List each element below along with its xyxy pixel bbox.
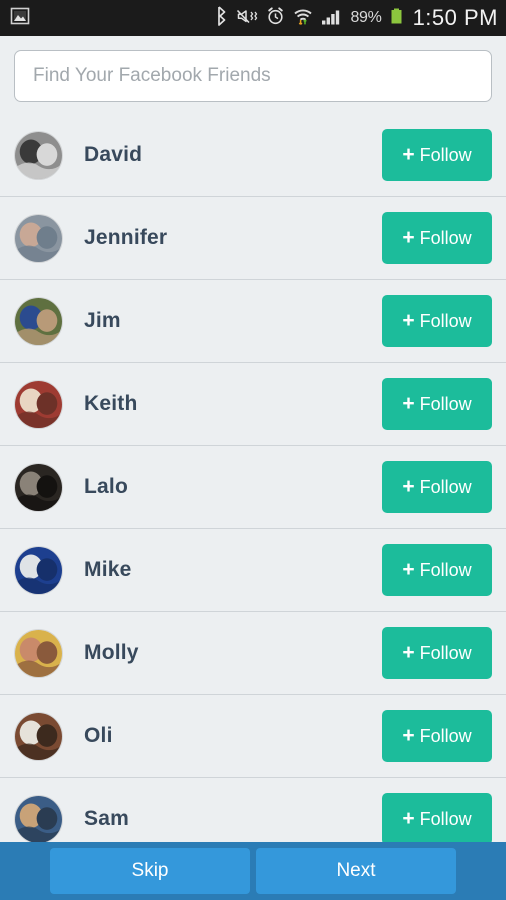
- plus-icon: +: [402, 308, 415, 332]
- follow-button[interactable]: + Follow: [382, 544, 492, 596]
- avatar: [14, 711, 63, 761]
- bluetooth-icon: [215, 5, 228, 31]
- status-bar: 89% 1:50 PM: [0, 0, 506, 36]
- battery-icon: [389, 6, 404, 31]
- friend-name: Molly: [84, 641, 139, 664]
- avatar: [14, 379, 63, 429]
- vibrate-mute-icon: [235, 6, 259, 31]
- follow-button[interactable]: + Follow: [382, 295, 492, 347]
- follow-button[interactable]: + Follow: [382, 793, 492, 845]
- follow-button[interactable]: + Follow: [382, 129, 492, 181]
- clock-time: 1:50 PM: [412, 5, 498, 30]
- status-bar-notifications: [10, 6, 30, 31]
- next-button[interactable]: Next: [256, 848, 456, 894]
- avatar: [14, 462, 63, 512]
- follow-label: Follow: [419, 642, 472, 663]
- plus-icon: +: [402, 723, 415, 747]
- wifi-icon: [292, 6, 314, 31]
- plus-icon: +: [402, 391, 415, 415]
- battery-percent: 89%: [350, 9, 382, 26]
- follow-label: Follow: [419, 725, 472, 746]
- friend-name: David: [84, 143, 143, 166]
- signal-icon: [321, 6, 343, 31]
- image-icon: [10, 6, 30, 31]
- status-bar-indicators: 89% 1:50 PM: [215, 5, 498, 31]
- list-item[interactable]: Mike + Follow: [0, 529, 506, 612]
- list-item[interactable]: Jennifer + Follow: [0, 197, 506, 280]
- friend-name: Keith: [84, 392, 138, 415]
- plus-icon: +: [402, 474, 415, 498]
- follow-button[interactable]: + Follow: [382, 378, 492, 430]
- follow-button[interactable]: + Follow: [382, 212, 492, 264]
- follow-label: Follow: [419, 393, 472, 414]
- avatar: [14, 794, 63, 844]
- follow-label: Follow: [419, 310, 472, 331]
- list-item[interactable]: Keith + Follow: [0, 363, 506, 446]
- avatar: [14, 628, 63, 678]
- follow-label: Follow: [419, 559, 472, 580]
- search-bar: [0, 36, 506, 114]
- follow-button[interactable]: + Follow: [382, 627, 492, 679]
- plus-icon: +: [402, 806, 415, 830]
- list-item[interactable]: Jim + Follow: [0, 280, 506, 363]
- follow-label: Follow: [419, 476, 472, 497]
- plus-icon: +: [402, 557, 415, 581]
- skip-button[interactable]: Skip: [50, 848, 250, 894]
- follow-label: Follow: [419, 808, 472, 829]
- avatar: [14, 545, 63, 595]
- friend-name: Sam: [84, 807, 129, 830]
- app-root: 89% 1:50 PM David+FollowJennifer+FollowJ…: [0, 0, 506, 900]
- plus-icon: +: [402, 640, 415, 664]
- list-item[interactable]: Molly + Follow: [0, 612, 506, 695]
- list-item[interactable]: David + Follow: [0, 114, 506, 197]
- follow-label: Follow: [419, 227, 472, 248]
- bottom-action-bar: Skip Next: [0, 842, 506, 900]
- friend-name: Jennifer: [84, 226, 168, 249]
- alarm-icon: [266, 6, 285, 31]
- list-item[interactable]: Lalo + Follow: [0, 446, 506, 529]
- avatar: [14, 130, 63, 180]
- friend-name: Lalo: [84, 475, 128, 498]
- search-input[interactable]: [14, 50, 492, 102]
- friend-name: Jim: [84, 309, 121, 332]
- avatar: [14, 296, 63, 346]
- list-item[interactable]: Oli + Follow: [0, 695, 506, 778]
- avatar: [14, 213, 63, 263]
- plus-icon: +: [402, 142, 415, 166]
- friend-name: Mike: [84, 558, 132, 581]
- friends-list[interactable]: David + Follow Jennifer + Follow Jim + Follow Kei…: [0, 114, 506, 900]
- plus-icon: +: [402, 225, 415, 249]
- follow-label: Follow: [419, 144, 472, 165]
- follow-button[interactable]: + Follow: [382, 710, 492, 762]
- friend-name: Oli: [84, 724, 113, 747]
- follow-button[interactable]: + Follow: [382, 461, 492, 513]
